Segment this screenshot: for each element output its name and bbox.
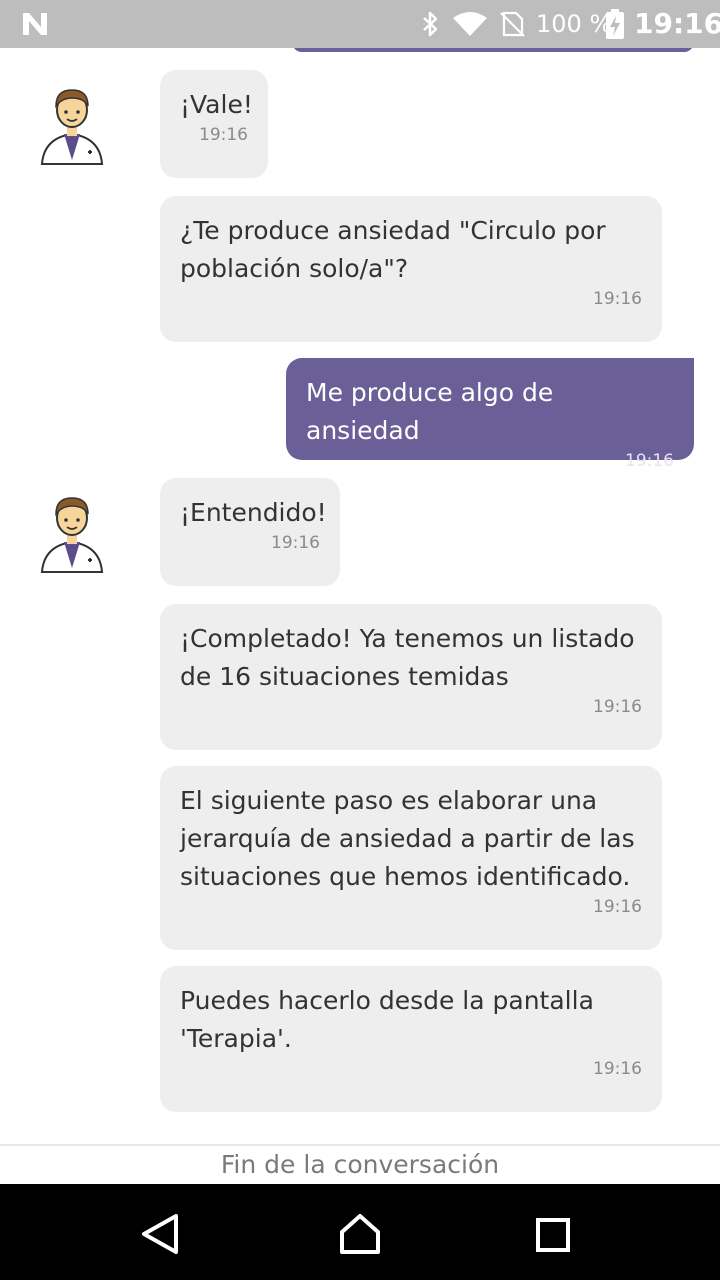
notification-n-icon: [23, 13, 47, 35]
message-time: 19:16: [625, 451, 674, 471]
message-time: 19:16: [271, 533, 320, 553]
previous-message-stub: [292, 48, 694, 52]
recents-icon[interactable]: [524, 1206, 580, 1262]
message-time: 19:16: [199, 125, 248, 145]
message-time: 19:16: [593, 897, 642, 917]
user-message: Me produce algo de ansiedad 19:16: [286, 358, 694, 471]
back-icon[interactable]: [132, 1206, 188, 1262]
home-icon[interactable]: [332, 1206, 388, 1262]
message-time: 19:16: [593, 697, 642, 717]
navigation-bar: [0, 1184, 720, 1280]
status-bar: 100 % 19:16: [0, 0, 720, 48]
wifi-icon: [453, 12, 487, 36]
battery-percent: 100 %: [536, 10, 613, 38]
battery-charging-icon: [606, 9, 624, 39]
bot-message: ¡Completado! Ya tenemos un listado de 16…: [160, 604, 662, 750]
bot-message: ¿Te produce ansiedad "Circulo por poblac…: [160, 196, 662, 342]
bot-message: El siguiente paso es elaborar una jerarq…: [160, 766, 662, 950]
bot-message: Puedes hacerlo desde la pantalla 'Terapi…: [160, 966, 662, 1112]
no-sim-icon: [500, 11, 525, 37]
end-of-conversation-label: Fin de la conversación: [220, 1150, 500, 1179]
doctor-avatar-icon: [40, 497, 104, 573]
message-time: 19:16: [593, 1059, 642, 1079]
bot-message: ¡Vale! 19:16: [160, 70, 268, 178]
bot-message: ¡Entendido! 19:16: [160, 478, 340, 586]
bluetooth-icon: [423, 11, 438, 37]
status-time: 19:16: [634, 7, 720, 40]
doctor-avatar-icon: [40, 89, 104, 165]
chat-area[interactable]: ¡Vale! 19:16 ¿Te produce ansiedad "Circu…: [0, 48, 720, 1144]
message-time: 19:16: [593, 289, 642, 309]
